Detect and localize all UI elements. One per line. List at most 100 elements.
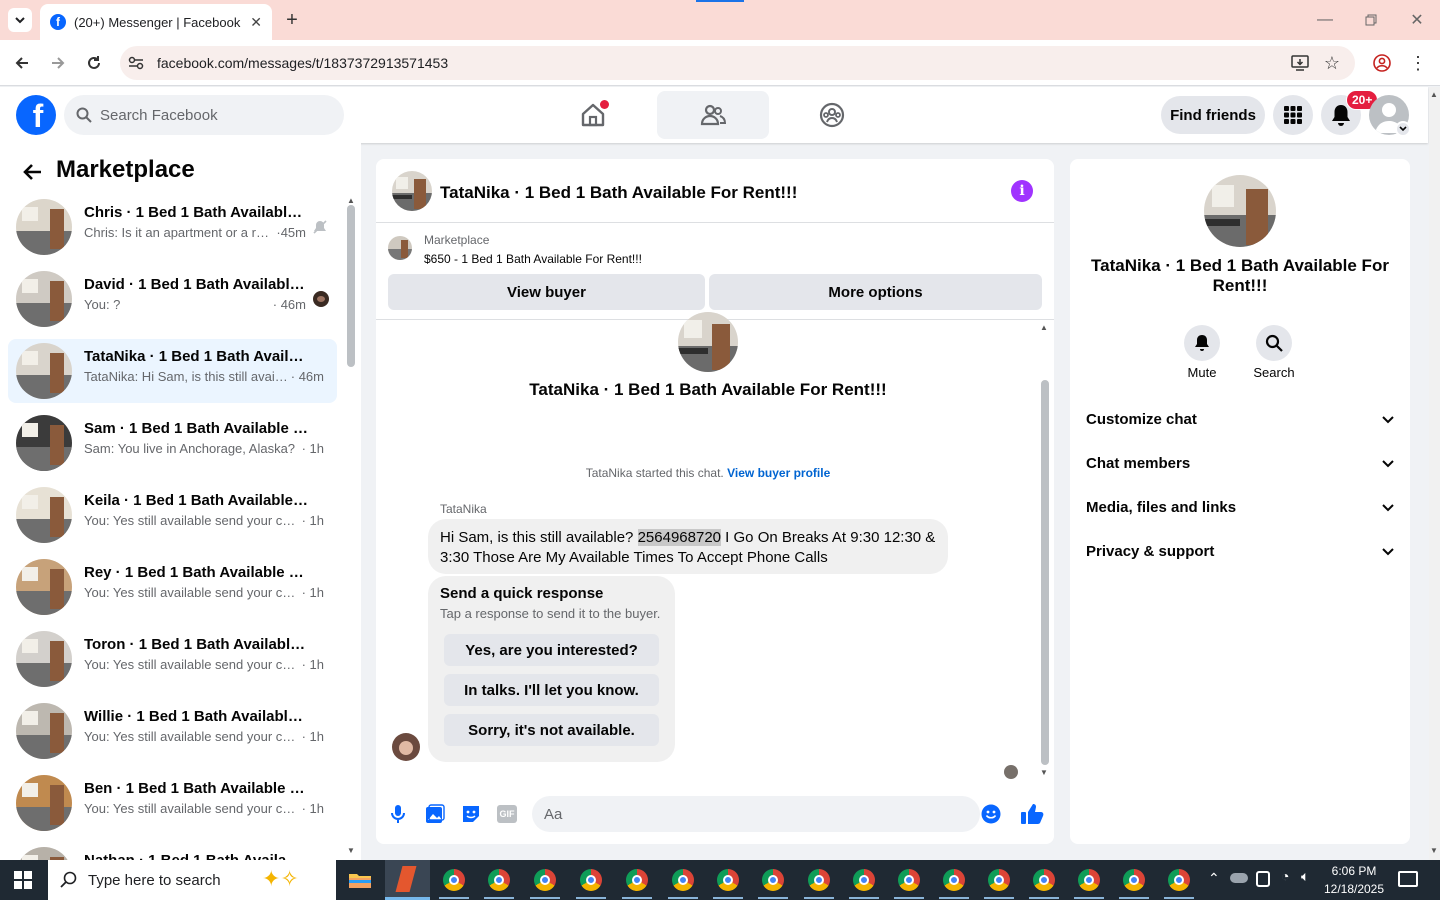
browser-tab-active[interactable]: f (20+) Messenger | Facebook ✕ [40, 4, 272, 40]
tab-close-icon[interactable]: ✕ [250, 14, 262, 31]
chat-scroll-up-icon[interactable]: ▲ [1040, 323, 1048, 332]
page-scroll-down-icon[interactable]: ▼ [1430, 846, 1438, 855]
page-scrollbar-track[interactable] [1429, 87, 1440, 860]
list-scroll-down-icon[interactable]: ▼ [347, 846, 355, 855]
tab-search-button[interactable] [8, 8, 32, 32]
chrome-taskbar-icon[interactable] [988, 869, 1010, 891]
facebook-logo[interactable]: f [16, 95, 56, 135]
conversation-item[interactable]: Sam · 1 Bed 1 Bath Available For Rent!!!… [8, 411, 337, 475]
conversation-item[interactable]: Chris · 1 Bed 1 Bath Available For Rent!… [8, 195, 337, 259]
message-bubble[interactable]: Hi Sam, is this still available? 2564968… [428, 519, 948, 574]
conversation-thumbnail [16, 271, 72, 327]
chrome-taskbar-icon[interactable] [808, 869, 830, 891]
emoji-icon[interactable] [981, 804, 1001, 824]
quick-reply-button[interactable]: Yes, are you interested? [444, 634, 659, 666]
chat-members-section[interactable]: Chat members [1086, 455, 1394, 472]
photo-icon[interactable] [425, 804, 445, 824]
menu-button[interactable] [1273, 95, 1313, 135]
search-facebook-input[interactable]: Search Facebook [64, 95, 344, 135]
chevron-up-icon[interactable]: ⌃ [1208, 870, 1220, 887]
gif-icon[interactable]: GIF [497, 805, 517, 823]
restore-button[interactable] [1362, 10, 1380, 30]
chrome-taskbar-icon[interactable] [488, 869, 510, 891]
nav-home-tab[interactable] [537, 91, 649, 139]
conversation-item[interactable]: Toron · 1 Bed 1 Bath Available For Rent!… [8, 627, 337, 691]
chat-title[interactable]: TataNika · 1 Bed 1 Bath Available For Re… [440, 183, 797, 203]
list-scroll-up-icon[interactable]: ▲ [347, 196, 355, 205]
page-scroll-up-icon[interactable]: ▲ [1430, 90, 1438, 99]
chrome-taskbar-icon[interactable] [1168, 869, 1190, 891]
chrome-taskbar-icon[interactable] [853, 869, 875, 891]
notification-center-icon[interactable] [1398, 871, 1418, 887]
url-field[interactable]: facebook.com/messages/t/1837372913571453 [120, 46, 1355, 80]
conversation-item[interactable]: Willie · 1 Bed 1 Bath Available For Rent… [8, 699, 337, 763]
reload-button[interactable] [82, 52, 106, 74]
site-info-icon[interactable] [126, 54, 146, 72]
wifi-icon[interactable]: ◔ [1281, 868, 1289, 884]
mute-button[interactable] [1184, 325, 1220, 361]
chrome-taskbar-icon[interactable] [898, 869, 920, 891]
chrome-taskbar-icon[interactable] [443, 869, 465, 891]
browser-menu-icon[interactable]: ⋮ [1408, 53, 1428, 73]
chrome-taskbar-icon[interactable] [1078, 869, 1100, 891]
chat-panel: TataNika · 1 Bed 1 Bath Available For Re… [376, 159, 1054, 844]
quick-reply-button[interactable]: In talks. I'll let you know. [444, 674, 659, 706]
chrome-taskbar-icon[interactable] [534, 869, 556, 891]
bookmark-star-icon[interactable]: ☆ [1322, 53, 1342, 73]
back-to-marketplace-button[interactable] [20, 160, 44, 184]
volume-icon[interactable]: 🔈︎ [1301, 868, 1309, 885]
chrome-taskbar-icon[interactable] [1123, 869, 1145, 891]
chat-avatar[interactable] [392, 171, 432, 211]
close-window-button[interactable]: ✕ [1408, 10, 1426, 30]
nav-groups-tab[interactable] [776, 91, 888, 139]
install-app-icon[interactable] [1290, 53, 1310, 73]
forward-button[interactable] [46, 52, 70, 74]
view-buyer-profile-link[interactable]: View buyer profile [727, 466, 830, 480]
new-tab-button[interactable]: + [282, 9, 302, 31]
chrome-taskbar-icon[interactable] [943, 869, 965, 891]
chrome-taskbar-icon[interactable] [762, 869, 784, 891]
chrome-taskbar-icon[interactable] [626, 869, 648, 891]
back-button[interactable] [10, 52, 34, 74]
conversation-item[interactable]: Keila · 1 Bed 1 Bath Available For Rent!… [8, 483, 337, 547]
list-scrollbar-thumb[interactable] [347, 205, 355, 367]
listing-title[interactable]: $650 - 1 Bed 1 Bath Available For Rent!!… [424, 252, 642, 266]
preview-text: You: Yes still available send your conta… [84, 513, 299, 528]
file-explorer-icon[interactable] [348, 870, 372, 890]
listing-thumbnail[interactable] [388, 236, 412, 260]
more-options-button[interactable]: More options [709, 274, 1042, 310]
chrome-taskbar-icon[interactable] [717, 869, 739, 891]
chrome-taskbar-icon[interactable] [580, 869, 602, 891]
search-conversation-button[interactable] [1256, 325, 1292, 361]
cloud-icon[interactable] [1230, 873, 1248, 883]
conversation-item[interactable]: TataNika · 1 Bed 1 Bath Available For Re… [8, 339, 337, 403]
info-icon[interactable]: i [1011, 180, 1033, 202]
account-chevron-icon[interactable] [1395, 121, 1411, 137]
microphone-icon[interactable] [390, 804, 406, 824]
view-buyer-button[interactable]: View buyer [388, 274, 705, 310]
sender-avatar[interactable] [392, 733, 420, 761]
taskbar-clock[interactable]: 6:06 PM 12/18/2025 [1318, 862, 1390, 898]
windows-start-icon[interactable] [12, 870, 34, 890]
nav-friends-tab[interactable] [657, 91, 769, 139]
chrome-taskbar-icon[interactable] [1033, 869, 1055, 891]
privacy-support-section[interactable]: Privacy & support [1086, 543, 1394, 560]
media-files-links-section[interactable]: Media, files and links [1086, 499, 1394, 516]
minimize-button[interactable]: — [1316, 10, 1334, 30]
chat-scroll-down-icon[interactable]: ▼ [1040, 768, 1048, 777]
chat-scrollbar-thumb[interactable] [1041, 380, 1049, 765]
conversation-item[interactable]: David · 1 Bed 1 Bath Available For Rent!… [8, 267, 337, 331]
thumbs-up-icon[interactable] [1020, 803, 1044, 825]
quick-reply-button[interactable]: Sorry, it's not available. [444, 714, 659, 746]
sticker-icon[interactable] [461, 804, 481, 824]
running-indicator [622, 897, 652, 899]
message-input[interactable]: Aa [532, 796, 980, 832]
chrome-taskbar-icon[interactable] [672, 869, 694, 891]
profile-icon[interactable] [1372, 53, 1392, 73]
people-icon [700, 104, 727, 126]
customize-chat-section[interactable]: Customize chat [1086, 411, 1394, 428]
device-icon[interactable] [1256, 871, 1270, 887]
conversation-item[interactable]: Ben · 1 Bed 1 Bath Available For Rent!!!… [8, 771, 337, 835]
find-friends-button[interactable]: Find friends [1161, 96, 1265, 134]
conversation-item[interactable]: Rey · 1 Bed 1 Bath Available For Rent!!!… [8, 555, 337, 619]
